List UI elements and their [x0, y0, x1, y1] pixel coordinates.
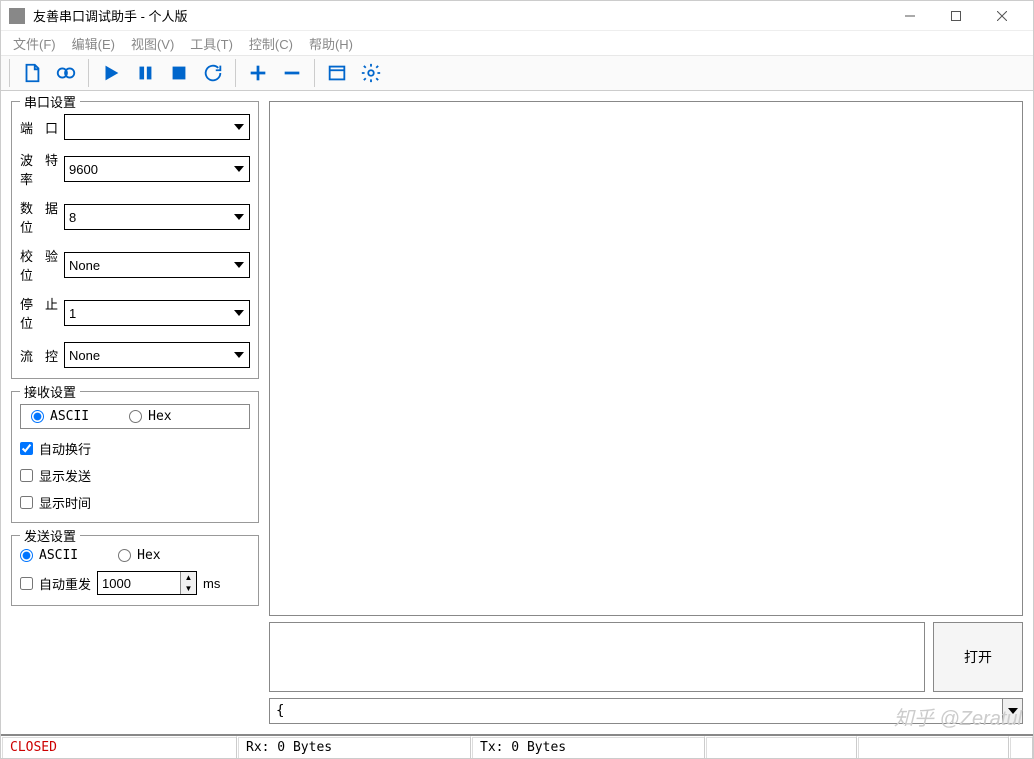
status-blank1	[705, 736, 857, 758]
show-send-checkbox[interactable]	[20, 469, 33, 482]
menu-view[interactable]: 视图(V)	[125, 32, 180, 55]
port-label: 端 口	[20, 118, 58, 137]
window-title: 友善串口调试助手 - 个人版	[33, 6, 887, 25]
play-icon[interactable]	[95, 58, 127, 88]
auto-resend-label: 自动重发	[39, 574, 91, 593]
menu-tools[interactable]: 工具(T)	[184, 32, 239, 55]
stop-select[interactable]	[64, 300, 250, 326]
window-icon[interactable]	[321, 58, 353, 88]
auto-resend-checkbox[interactable]	[20, 577, 33, 590]
port-select[interactable]	[64, 114, 250, 140]
receive-settings-group: 接收设置 ASCII Hex 自动换行 显示发送 显示时间	[11, 391, 259, 523]
interval-down[interactable]: ▼	[181, 583, 196, 594]
status-connection: CLOSED	[1, 736, 237, 758]
history-dropdown-icon[interactable]	[1003, 698, 1023, 724]
menu-help[interactable]: 帮助(H)	[303, 32, 359, 55]
data-select[interactable]	[64, 204, 250, 230]
minimize-button[interactable]	[887, 1, 933, 31]
status-tx: Tx: 0 Bytes	[471, 736, 705, 758]
serial-settings-group: 串口设置 端 口 波特率 数据位 校验位 停止位 流 控	[11, 101, 259, 379]
status-blank2	[857, 736, 1009, 758]
send-settings-group: 发送设置 ASCII Hex 自动重发 ▲▼ ms	[11, 535, 259, 606]
recv-ascii-radio[interactable]: ASCII	[31, 409, 89, 424]
menu-file[interactable]: 文件(F)	[7, 32, 62, 55]
auto-wrap-checkbox[interactable]	[20, 442, 33, 455]
flow-label: 流 控	[20, 346, 58, 365]
record-icon[interactable]	[50, 58, 82, 88]
serial-settings-title: 串口设置	[20, 92, 80, 111]
history-input[interactable]	[269, 698, 1003, 724]
menubar: 文件(F) 编辑(E) 视图(V) 工具(T) 控制(C) 帮助(H)	[1, 31, 1033, 55]
receive-settings-title: 接收设置	[20, 382, 80, 401]
baud-select[interactable]	[64, 156, 250, 182]
send-settings-title: 发送设置	[20, 526, 80, 545]
new-file-icon[interactable]	[16, 58, 48, 88]
titlebar: 友善串口调试助手 - 个人版	[1, 1, 1033, 31]
interval-up[interactable]: ▲	[181, 572, 196, 583]
refresh-icon[interactable]	[197, 58, 229, 88]
statusbar: CLOSED Rx: 0 Bytes Tx: 0 Bytes	[1, 734, 1033, 758]
toolbar	[1, 55, 1033, 91]
settings-icon[interactable]	[355, 58, 387, 88]
stop-icon[interactable]	[163, 58, 195, 88]
minus-icon[interactable]	[276, 58, 308, 88]
menu-control[interactable]: 控制(C)	[243, 32, 299, 55]
show-time-checkbox[interactable]	[20, 496, 33, 509]
status-rx: Rx: 0 Bytes	[237, 736, 471, 758]
parity-label: 校验位	[20, 246, 58, 284]
left-panel: 串口设置 端 口 波特率 数据位 校验位 停止位 流 控	[11, 101, 259, 724]
recv-hex-radio[interactable]: Hex	[129, 409, 171, 424]
main-area: 串口设置 端 口 波特率 数据位 校验位 停止位 流 控	[1, 91, 1033, 734]
auto-wrap-label: 自动换行	[39, 439, 91, 458]
plus-icon[interactable]	[242, 58, 274, 88]
send-ascii-radio[interactable]: ASCII	[20, 548, 78, 563]
app-icon	[9, 8, 25, 24]
resize-grip-icon[interactable]	[1009, 736, 1033, 758]
pause-icon[interactable]	[129, 58, 161, 88]
send-hex-radio[interactable]: Hex	[118, 548, 160, 563]
parity-select[interactable]	[64, 252, 250, 278]
stop-label: 停止位	[20, 294, 58, 332]
right-panel: 打开	[269, 101, 1023, 724]
flow-select[interactable]	[64, 342, 250, 368]
interval-unit: ms	[203, 576, 220, 591]
maximize-button[interactable]	[933, 1, 979, 31]
data-label: 数据位	[20, 198, 58, 236]
close-button[interactable]	[979, 1, 1025, 31]
show-send-label: 显示发送	[39, 466, 91, 485]
send-textarea[interactable]	[269, 622, 925, 692]
show-time-label: 显示时间	[39, 493, 91, 512]
receive-textarea[interactable]	[269, 101, 1023, 616]
menu-edit[interactable]: 编辑(E)	[66, 32, 121, 55]
baud-label: 波特率	[20, 150, 58, 188]
open-button[interactable]: 打开	[933, 622, 1023, 692]
